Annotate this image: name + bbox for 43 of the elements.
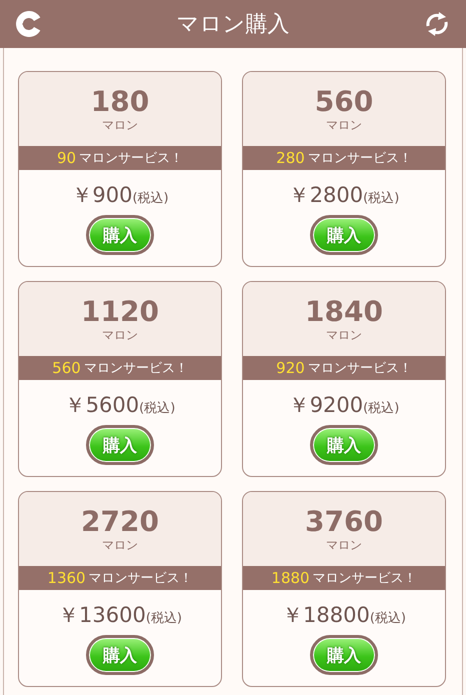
tax-label: (税込) xyxy=(363,190,400,207)
unit-label: マロン xyxy=(102,118,138,132)
price-label: ￥13600 xyxy=(58,602,146,629)
bonus-amount: 1880 xyxy=(271,569,310,587)
amount-label: 2720 xyxy=(81,506,159,538)
bonus-text: マロンサービス！ xyxy=(312,570,417,587)
bonus-text: マロンサービス！ xyxy=(84,360,188,377)
bonus-text: マロンサービス！ xyxy=(308,150,412,167)
buy-button[interactable]: 購入 xyxy=(310,425,378,465)
amount-label: 3760 xyxy=(305,506,383,538)
price-label: ￥18800 xyxy=(282,602,370,629)
buy-button[interactable]: 購入 xyxy=(86,215,154,255)
buy-button[interactable]: 購入 xyxy=(86,425,154,465)
price-label: ￥2800 xyxy=(288,182,364,209)
price-label: ￥900 xyxy=(71,182,132,209)
bonus-text: マロンサービス！ xyxy=(79,150,184,167)
bonus-amount: 560 xyxy=(52,359,81,377)
bonus-amount: 90 xyxy=(56,149,76,167)
unit-label: マロン xyxy=(326,118,362,132)
bonus-text: マロンサービス！ xyxy=(308,360,412,377)
bonus-amount: 280 xyxy=(276,149,305,167)
amount-label: 1840 xyxy=(305,296,383,328)
price-label: ￥5600 xyxy=(64,392,140,419)
bonus-amount: 1360 xyxy=(47,569,86,587)
price-label: ￥9200 xyxy=(288,392,364,419)
tax-label: (税込) xyxy=(132,190,169,207)
amount-label: 180 xyxy=(90,86,150,118)
tax-label: (税込) xyxy=(363,400,400,417)
page-title: マロン購入 xyxy=(176,11,290,39)
buy-button[interactable]: 購入 xyxy=(310,215,378,255)
amount-label: 1120 xyxy=(81,296,159,328)
unit-label: マロン xyxy=(102,328,138,342)
unit-label: マロン xyxy=(102,538,138,552)
unit-label: マロン xyxy=(326,538,362,552)
buy-button[interactable]: 購入 xyxy=(310,635,378,675)
tax-label: (税込) xyxy=(139,400,176,417)
bonus-text: マロンサービス！ xyxy=(88,570,193,587)
tax-label: (税込) xyxy=(146,610,182,627)
amount-label: 560 xyxy=(314,86,374,118)
tax-label: (税込) xyxy=(370,610,406,627)
buy-button[interactable]: 購入 xyxy=(86,635,154,675)
bonus-amount: 920 xyxy=(276,359,305,377)
unit-label: マロン xyxy=(326,328,362,342)
